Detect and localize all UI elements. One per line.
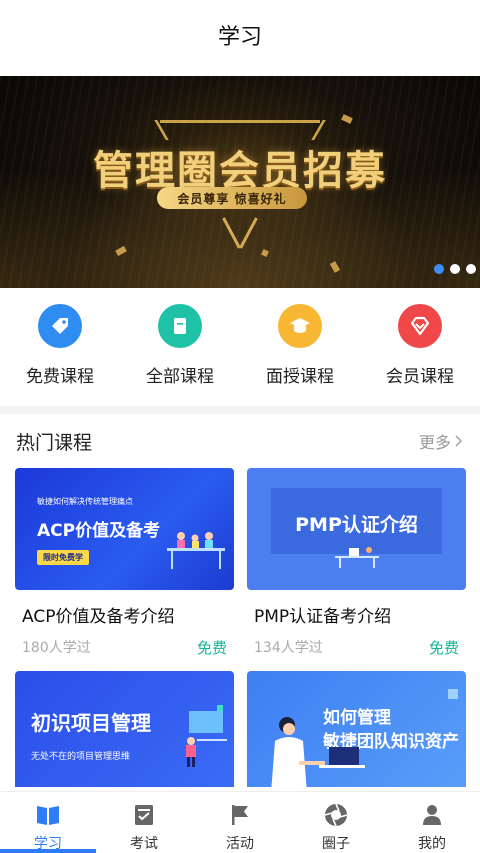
tab-exam[interactable]: 考试 — [96, 792, 192, 853]
course-meta: 134人学过 免费 — [247, 637, 466, 659]
thumb-title: PMP认证介绍 — [295, 514, 418, 536]
thumb-tag: 限时免费学 — [37, 550, 89, 565]
course-price: 免费 — [196, 639, 227, 657]
carousel-dot[interactable] — [466, 264, 476, 274]
more-label: 更多 — [418, 433, 451, 452]
tab-me[interactable]: 我的 — [384, 792, 480, 853]
tab-label: 圈子 — [322, 836, 350, 852]
more-link[interactable]: 更多 — [419, 429, 464, 453]
woman-laptop-illustration — [271, 717, 365, 793]
carousel-dot[interactable] — [450, 264, 460, 274]
course-price: 免费 — [428, 639, 459, 657]
course-thumbnail: 如何管理 敏捷团队知识资产 — [247, 671, 466, 793]
learner-count: 134人学过 — [254, 640, 323, 656]
carousel-indicator — [434, 264, 476, 274]
category-offline-courses[interactable]: 面授课程 — [240, 304, 360, 387]
category-row: 免费课程 全部课程 面授课程 会员课程 — [0, 288, 480, 406]
aperture-icon — [323, 802, 349, 828]
desk-illustration — [335, 547, 379, 568]
learner-count: 180人学过 — [22, 640, 91, 656]
category-all-courses[interactable]: 全部课程 — [120, 304, 240, 387]
course-thumbnail: 初识项目管理 无处不在的项目管理思维 — [15, 671, 234, 793]
category-label: 会员课程 — [386, 367, 454, 387]
course-meta: 180人学过 免费 — [15, 637, 234, 659]
course-title: ACP价值及备考介绍 — [22, 607, 175, 627]
active-tab-indicator — [0, 849, 96, 853]
course-thumbnail: 敏捷如何解决传统管理痛点 ACP价值及备考 限时免费学 — [15, 468, 234, 590]
category-member-courses[interactable]: 会员课程 — [360, 304, 480, 387]
user-icon — [419, 802, 445, 828]
decoration-square — [448, 689, 458, 699]
course-card[interactable]: 敏捷如何解决传统管理痛点 ACP价值及备考 限时免费学 ACP价值及备考介绍 1… — [15, 468, 234, 659]
category-label: 面授课程 — [266, 367, 334, 387]
tab-activity[interactable]: 活动 — [192, 792, 288, 853]
carousel-dot[interactable] — [434, 264, 444, 274]
book-open-icon — [35, 802, 61, 828]
people-illustration — [167, 532, 225, 569]
thumb-caption: 无处不在的项目管理思维 — [31, 752, 131, 762]
tab-label: 活动 — [226, 836, 254, 852]
bottom-tab-bar: 学习 考试 活动 圈子 我的 — [0, 791, 480, 853]
book-icon — [158, 304, 202, 348]
section-divider — [0, 406, 480, 414]
banner-frame-decoration — [160, 120, 320, 123]
thumb-title: ACP价值及备考 — [37, 521, 161, 541]
page-title: 学习 — [217, 25, 262, 50]
course-title: PMP认证备考介绍 — [254, 607, 392, 627]
course-card[interactable]: PMP认证介绍 PMP认证备考介绍 134人学过 免费 — [247, 468, 466, 659]
course-card[interactable]: 初识项目管理 无处不在的项目管理思维 — [15, 671, 234, 793]
category-label: 全部课程 — [146, 367, 214, 387]
tab-label: 我的 — [418, 836, 446, 852]
category-label: 免费课程 — [26, 367, 94, 387]
banner-chevron-decoration — [222, 216, 258, 252]
tag-icon — [38, 304, 82, 348]
category-free-courses[interactable]: 免费课程 — [0, 304, 120, 387]
worker-illustration — [186, 705, 227, 767]
banner-subtitle: 会员尊享 惊喜好礼 — [157, 187, 307, 209]
tab-circle[interactable]: 圈子 — [288, 792, 384, 853]
graduation-cap-icon — [278, 304, 322, 348]
section-title: 热门课程 — [16, 431, 93, 454]
banner-carousel[interactable]: 管理圈会员招募 会员尊享 惊喜好礼 — [0, 76, 480, 288]
course-card[interactable]: 如何管理 敏捷团队知识资产 — [247, 671, 466, 793]
chevron-right-icon — [455, 435, 463, 447]
tab-study[interactable]: 学习 — [0, 792, 96, 853]
thumb-caption: 敏捷如何解决传统管理痛点 — [37, 497, 133, 506]
flag-icon — [227, 802, 253, 828]
hot-courses-header: 热门课程 更多 — [0, 414, 480, 468]
diamond-icon — [398, 304, 442, 348]
exam-icon — [131, 802, 157, 828]
thumb-title: 初识项目管理 — [31, 711, 151, 735]
top-bar: 学习 — [0, 0, 480, 76]
course-thumbnail: PMP认证介绍 — [247, 468, 466, 590]
course-grid: 敏捷如何解决传统管理痛点 ACP价值及备考 限时免费学 ACP价值及备考介绍 1… — [0, 468, 480, 793]
tab-label: 考试 — [130, 836, 158, 852]
